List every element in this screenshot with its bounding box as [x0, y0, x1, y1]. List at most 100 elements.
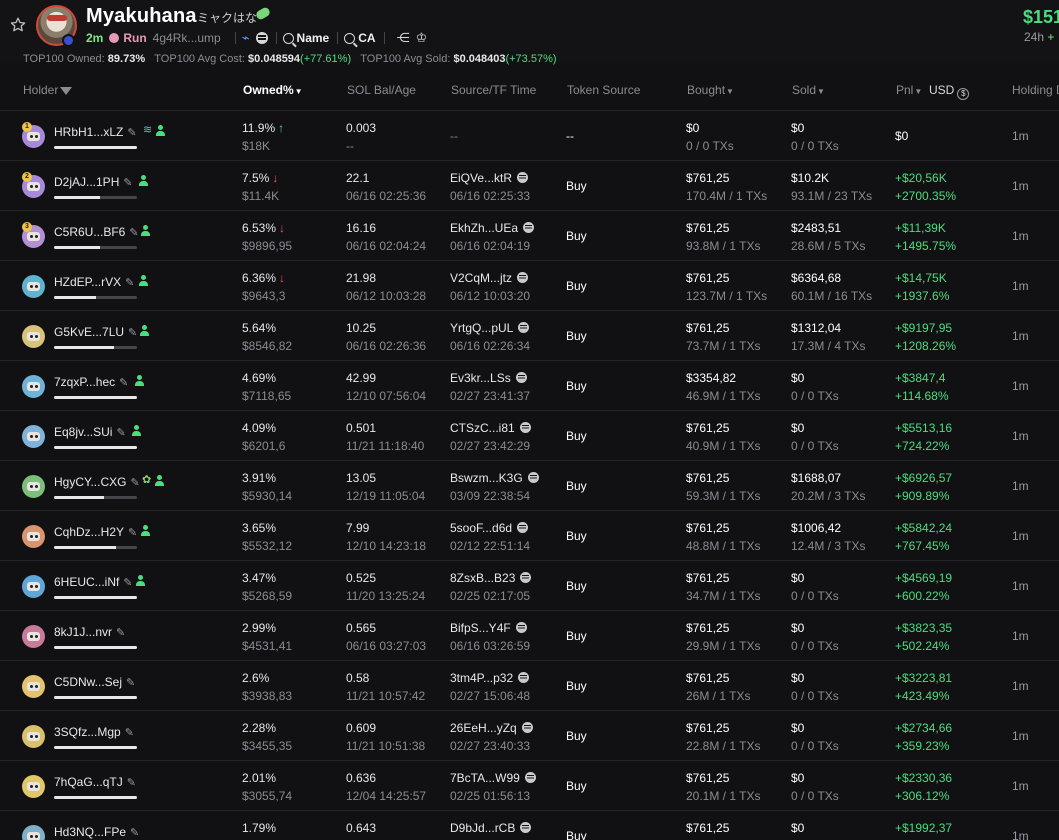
- holder-avatar[interactable]: [22, 425, 45, 448]
- holder-avatar[interactable]: [22, 575, 45, 598]
- holder-address[interactable]: 7zqxP...hec ✎: [54, 375, 128, 389]
- edit-icon[interactable]: ✎: [127, 776, 136, 789]
- holder-address-text[interactable]: Hd3NQ...FPe: [54, 825, 126, 839]
- holder-address-text[interactable]: 8kJ1J...nvr: [54, 625, 112, 639]
- holder-address[interactable]: C5DNw...Sej ✎: [54, 675, 135, 689]
- favorite-star-icon[interactable]: [9, 16, 27, 34]
- holder-address[interactable]: 6HEUC...iNf ✎: [54, 575, 133, 589]
- funding-source[interactable]: 3tm4P...p32: [450, 671, 530, 685]
- column-pnl[interactable]: Pnl▼: [896, 83, 922, 97]
- funding-source[interactable]: 8ZsxB...B23: [450, 571, 532, 585]
- table-row[interactable]: 7zqxP...hec ✎ 4.69% $7118,65 42.99 12/10 07:5…: [0, 360, 1059, 410]
- column-source[interactable]: Source/TF Time: [451, 83, 536, 97]
- edit-icon[interactable]: ✎: [125, 726, 134, 739]
- holder-address-text[interactable]: 6HEUC...iNf: [54, 575, 119, 589]
- edit-icon[interactable]: ✎: [125, 276, 134, 289]
- contract-address[interactable]: 4g4Rk...ump: [153, 31, 221, 45]
- holder-address-text[interactable]: CqhDz...H2Y: [54, 525, 124, 539]
- table-row[interactable]: CqhDz...H2Y ✎ 3.65% $5532,12 7.99 12/10 14:23…: [0, 510, 1059, 560]
- holder-avatar[interactable]: [22, 275, 45, 298]
- holder-address[interactable]: HRbH1...xLZ ✎: [54, 125, 137, 139]
- table-row[interactable]: 3SQfz...Mgp ✎ 2.28% $3455,35 0.609 11/21 10:5…: [0, 710, 1059, 760]
- table-row[interactable]: Eq8jv...SUi ✎ 4.09% $6201,6 0.501 11/21 11:18…: [0, 410, 1059, 460]
- funding-source[interactable]: 5sooF...d6d: [450, 521, 529, 535]
- holder-avatar[interactable]: [22, 625, 45, 648]
- column-sol-bal[interactable]: SOL Bal/Age: [347, 83, 416, 97]
- currency-toggle[interactable]: USD $: [929, 83, 970, 100]
- edit-icon[interactable]: ✎: [126, 676, 135, 689]
- table-row[interactable]: 3 C5R6U...BF6 ✎ 6.53% ↓ $9896,95 16.16 06/16 02…: [0, 210, 1059, 260]
- holder-address[interactable]: CqhDz...H2Y ✎: [54, 525, 137, 539]
- holder-address[interactable]: 3SQfz...Mgp ✎: [54, 725, 134, 739]
- holder-address-text[interactable]: G5KvE...7LU: [54, 325, 124, 339]
- edit-icon[interactable]: ✎: [129, 226, 138, 239]
- table-row[interactable]: G5KvE...7LU ✎ 5.64% $8546,82 10.25 06/16 02:2…: [0, 310, 1059, 360]
- holder-address[interactable]: Hd3NQ...FPe ✎: [54, 825, 139, 839]
- edit-icon[interactable]: ✎: [130, 826, 139, 839]
- table-row[interactable]: 1 HRbH1...xLZ ✎ ≋ 11.9% ↑ $18K 0.003 -- -- -- $0 0 /…: [0, 110, 1059, 160]
- edit-icon[interactable]: ✎: [128, 526, 137, 539]
- funding-source[interactable]: 7BcTA...W99: [450, 771, 536, 785]
- holder-address-text[interactable]: C5R6U...BF6: [54, 225, 125, 239]
- table-row[interactable]: 8kJ1J...nvr ✎ 2.99% $4531,41 0.565 06/16 03:2…: [0, 610, 1059, 660]
- holder-address-text[interactable]: HRbH1...xLZ: [54, 125, 123, 139]
- menu-circle-icon[interactable]: [255, 32, 268, 44]
- holder-address[interactable]: HgyCY...CXG ✎: [54, 475, 140, 489]
- holder-address-text[interactable]: Eq8jv...SUi: [54, 425, 112, 439]
- holder-address-text[interactable]: HgyCY...CXG: [54, 475, 126, 489]
- holder-avatar[interactable]: [22, 725, 45, 748]
- table-row[interactable]: 7hQaG...qTJ ✎ 2.01% $3055,74 0.636 12/04 14:2…: [0, 760, 1059, 810]
- table-row[interactable]: 6HEUC...iNf ✎ 3.47% $5268,59 0.525 11/20 13:2…: [0, 560, 1059, 610]
- holder-address[interactable]: 8kJ1J...nvr ✎: [54, 625, 125, 639]
- holder-address-text[interactable]: C5DNw...Sej: [54, 675, 122, 689]
- funding-source[interactable]: EkhZh...UEa: [450, 221, 535, 235]
- column-bought[interactable]: Bought▼: [687, 83, 734, 97]
- holder-avatar[interactable]: [22, 475, 45, 498]
- edit-icon[interactable]: ✎: [123, 176, 132, 189]
- funding-source[interactable]: Ev3kr...LSs: [450, 371, 527, 385]
- filter-icon[interactable]: [60, 87, 73, 95]
- funding-source[interactable]: --: [450, 129, 458, 143]
- column-holder[interactable]: Holder: [23, 83, 73, 97]
- column-holding-duration[interactable]: Holding D: [1012, 83, 1059, 97]
- holder-avatar[interactable]: [22, 325, 45, 348]
- holder-avatar[interactable]: [22, 775, 45, 798]
- table-row[interactable]: HZdEP...rVX ✎ 6.36% ↓ $9643,3 21.98 06/12 10:0…: [0, 260, 1059, 310]
- column-token-source[interactable]: Token Source: [567, 83, 640, 97]
- column-owned[interactable]: Owned%▼: [243, 83, 303, 97]
- holder-address[interactable]: C5R6U...BF6 ✎: [54, 225, 139, 239]
- edit-icon[interactable]: ✎: [128, 326, 137, 339]
- crown-icon[interactable]: ♔: [416, 30, 428, 46]
- edit-icon[interactable]: ✎: [116, 626, 125, 639]
- funding-source[interactable]: Bswzm...K3G: [450, 471, 539, 485]
- holder-address[interactable]: Eq8jv...SUi ✎: [54, 425, 126, 439]
- funding-source[interactable]: BifpS...Y4F: [450, 621, 527, 635]
- edit-icon[interactable]: ✎: [119, 376, 128, 389]
- edit-icon[interactable]: ✎: [123, 576, 132, 589]
- table-row[interactable]: 2 D2jAJ...1PH ✎ 7.5% ↓ $11.4K 22.1 06/16 02:25:…: [0, 160, 1059, 210]
- holder-address-text[interactable]: 7hQaG...qTJ: [54, 775, 123, 789]
- table-row[interactable]: HgyCY...CXG ✎ ✿ 3.91% $5930,14 13.05 12/19 11:…: [0, 460, 1059, 510]
- holder-avatar[interactable]: [22, 825, 45, 840]
- funding-source[interactable]: YrtgQ...pUL: [450, 321, 530, 335]
- edit-icon[interactable]: ✎: [127, 126, 136, 139]
- funding-source[interactable]: 26EeH...yZq: [450, 721, 533, 735]
- search-name-button[interactable]: Name: [282, 31, 329, 45]
- holder-avatar[interactable]: [22, 375, 45, 398]
- table-row[interactable]: C5DNw...Sej ✎ 2.6% $3938,83 0.58 11/21 10:57:…: [0, 660, 1059, 710]
- holder-address[interactable]: 7hQaG...qTJ ✎: [54, 775, 136, 789]
- edit-icon[interactable]: ✎: [130, 476, 139, 489]
- table-row[interactable]: Hd3NQ...FPe ✎ 1.79% 0.643 D9bJd...rCB Buy $761…: [0, 810, 1059, 840]
- holder-address[interactable]: D2jAJ...1PH ✎: [54, 175, 133, 189]
- funding-source[interactable]: EiQVe...ktR: [450, 171, 529, 185]
- funding-source[interactable]: V2CqM...jtz: [450, 271, 529, 285]
- holder-address-text[interactable]: HZdEP...rVX: [54, 275, 121, 289]
- share-icon[interactable]: ⋲: [397, 30, 410, 46]
- funding-source[interactable]: CTSzC...i81: [450, 421, 531, 435]
- holder-avatar[interactable]: [22, 675, 45, 698]
- holder-address-text[interactable]: D2jAJ...1PH: [54, 175, 119, 189]
- holder-address[interactable]: G5KvE...7LU ✎: [54, 325, 137, 339]
- holder-address-text[interactable]: 3SQfz...Mgp: [54, 725, 121, 739]
- edit-icon[interactable]: ✎: [116, 426, 125, 439]
- holder-avatar[interactable]: [22, 525, 45, 548]
